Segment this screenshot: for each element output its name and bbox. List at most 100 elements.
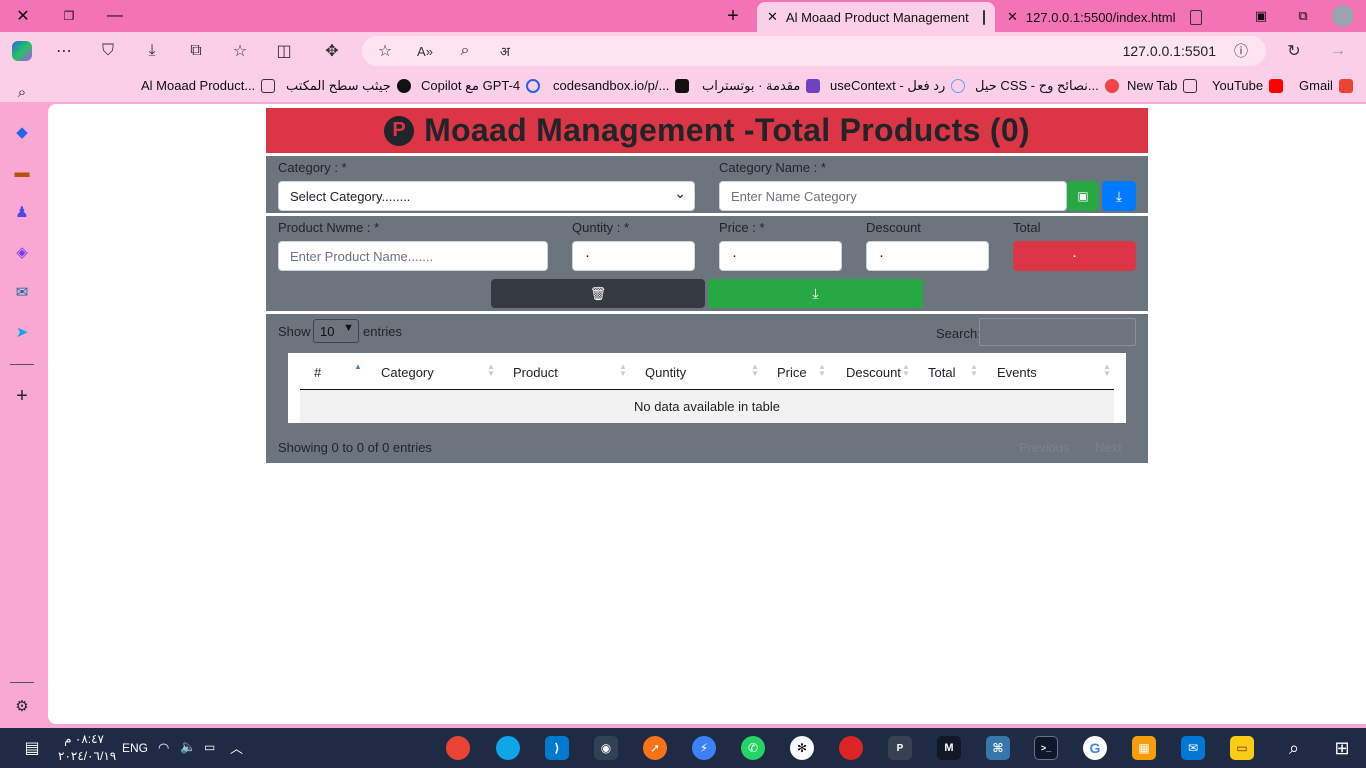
settings-icon[interactable]: ⚙ [10,694,34,718]
python-icon[interactable]: ⌘ [986,736,1010,760]
minimize-window-button[interactable]: — [92,0,138,32]
sort-icon: ▲ ▼ [902,362,910,378]
devtools-icon[interactable]: ◉ [594,736,618,760]
chevron-up-icon[interactable]: ︿ [230,738,243,757]
tab-close-icon[interactable]: ✕ [767,9,778,25]
chatgpt-icon[interactable]: ✻ [790,736,814,760]
postman-icon[interactable]: ➚ [643,736,667,760]
site-info-icon[interactable]: ⓘ [1228,38,1254,64]
mail-icon[interactable]: ✉ [1181,736,1205,760]
google-icon[interactable]: G [1083,736,1107,760]
markdown-icon[interactable]: M [937,736,961,760]
windows-start-icon[interactable]: ⊞ [1330,736,1354,760]
profile-button[interactable] [1320,0,1366,32]
search-input[interactable] [979,318,1136,346]
save-product-button[interactable]: ⤓ [708,279,923,308]
delete-all-button[interactable]: 🗑 [491,279,705,308]
tab-al-moaad[interactable]: ✕ Al Moaad Product Management [757,2,995,32]
quantity-input[interactable]: ٠ [572,241,695,271]
notifications-icon[interactable]: ▤ [20,736,44,760]
file-explorer-icon[interactable]: ▭ [1230,736,1254,760]
translate-icon[interactable]: अ [492,38,518,64]
restore-window-button[interactable]: ❐ [46,0,92,32]
bookmark-new-tab[interactable]: New Tab [1127,78,1198,93]
entries-select[interactable]: 10 ▼ [313,319,359,343]
bookmark-gmail[interactable]: Gmail [1299,78,1353,93]
bookmark-copilot[interactable]: Copilot مع GPT-4 [421,78,541,94]
games-icon[interactable]: ♟ [10,200,34,224]
bookmarks-bar: Gmail YouTube New Tab حيل CSS - نصائح وح… [0,70,1366,102]
refresh-icon[interactable]: ↻ [1280,38,1308,64]
download-icon[interactable]: ⤓ [138,38,166,64]
close-window-button[interactable]: ✕ [0,0,46,32]
category-name-input[interactable]: Enter Name Category [719,181,1067,211]
tab-close-icon[interactable]: ✕ [1007,9,1018,25]
bookmark-al-moaad[interactable]: Al Moaad Product... [141,78,276,93]
empty-message: No data available in table [634,399,780,414]
read-aloud-icon[interactable]: A» [412,38,438,64]
terminal-icon[interactable]: >_ [1034,736,1058,760]
tab-index-html[interactable]: ✕ 127.0.0.1:5500/index.html [997,2,1227,32]
collections-icon[interactable]: ⧉ [182,38,210,64]
search-icon[interactable]: ⌕ [10,80,34,104]
vpn-icon[interactable]: ⛉ [94,38,122,64]
column-header-total[interactable]: Total [928,365,955,380]
column-header-price[interactable]: Price [777,365,807,380]
chrome-profile-icon[interactable] [839,736,863,760]
bookmark-css-tricks[interactable]: حيل CSS - نصائح وح... [975,78,1119,94]
save-category-button[interactable]: ▣ [1067,181,1099,211]
shopping-icon[interactable]: ◆ [10,120,34,144]
whatsapp-icon[interactable]: ✆ [741,736,765,760]
table-info: Showing 0 to 0 of 0 entries [278,440,432,455]
messenger-icon[interactable]: ⚡ [692,736,716,760]
product-name-input[interactable]: Enter Product Name....... [278,241,548,271]
star-icon[interactable]: ☆ [372,38,398,64]
column-header-events[interactable]: Events [997,365,1037,380]
column-header-product[interactable]: Product [513,365,558,380]
bookmark-codesandbox[interactable]: codesandbox.io/p/... [553,78,690,93]
edge-icon[interactable] [496,736,520,760]
tab-actions-button[interactable]: ▣ [1238,0,1284,32]
next-page-button[interactable]: Next [1095,440,1122,455]
address-bar[interactable]: ☆ A» ⌕ अ 127.0.0.1:5501 ⓘ [362,36,1266,66]
price-input[interactable]: ٠ [719,241,842,271]
favorites-icon[interactable]: ☆ [226,38,254,64]
language-indicator[interactable]: ENG [122,741,148,755]
bookmark-github-desktop[interactable]: جيثب سطح المكتب [286,78,411,94]
download-category-button[interactable]: ⤓ [1102,181,1136,211]
microsoft365-icon[interactable]: ◈ [10,240,34,264]
copilot-icon[interactable] [8,38,36,64]
previous-page-button[interactable]: Previous [1019,440,1070,455]
add-icon[interactable]: + [10,384,34,408]
wifi-icon[interactable]: ◠ [158,740,169,756]
column-header-quantity[interactable]: Quntity [645,365,686,380]
split-screen-icon[interactable]: ◫ [270,38,298,64]
discount-input[interactable]: ٠ [866,241,989,271]
clock-time[interactable]: ٠٨:٤٧ م [60,732,104,746]
search-icon[interactable]: ⌕ [1282,736,1306,760]
column-header-category[interactable]: Category [381,365,434,380]
bookmark-bootstrap[interactable]: مقدمة · بوتستراب [702,78,821,94]
clock-date[interactable]: ٢٠٢٤/٠٦/١٩ [58,749,116,763]
extensions-icon[interactable]: ✥ [318,38,346,64]
bookmark-usecontext[interactable]: useContext - رد فعل [830,78,966,94]
zoom-icon[interactable]: ⌕ [452,38,478,64]
store-icon[interactable]: ▦ [1132,736,1156,760]
volume-icon[interactable]: 🔈 [180,739,196,755]
forward-icon[interactable]: → [1324,38,1352,64]
chrome-icon[interactable] [446,736,470,760]
outlook-icon[interactable]: ✉ [10,280,34,304]
url-text[interactable]: 127.0.0.1:5501 [1123,43,1216,59]
column-header-number[interactable]: # [314,365,321,380]
phpstorm-icon[interactable]: P [888,736,912,760]
column-header-discount[interactable]: Descount [846,365,901,380]
vscode-icon[interactable]: ⟩ [545,736,569,760]
category-select[interactable]: Select Category........ [278,181,695,211]
more-icon[interactable]: ⋯ [50,38,78,64]
tools-icon[interactable]: ▬ [10,160,34,184]
battery-icon[interactable]: ▭ [204,740,215,754]
bookmark-youtube[interactable]: YouTube [1212,78,1284,93]
total-value: ٠ [1071,248,1078,263]
telegram-icon[interactable]: ➤ [10,320,34,344]
new-tab-button[interactable]: + [710,0,756,32]
